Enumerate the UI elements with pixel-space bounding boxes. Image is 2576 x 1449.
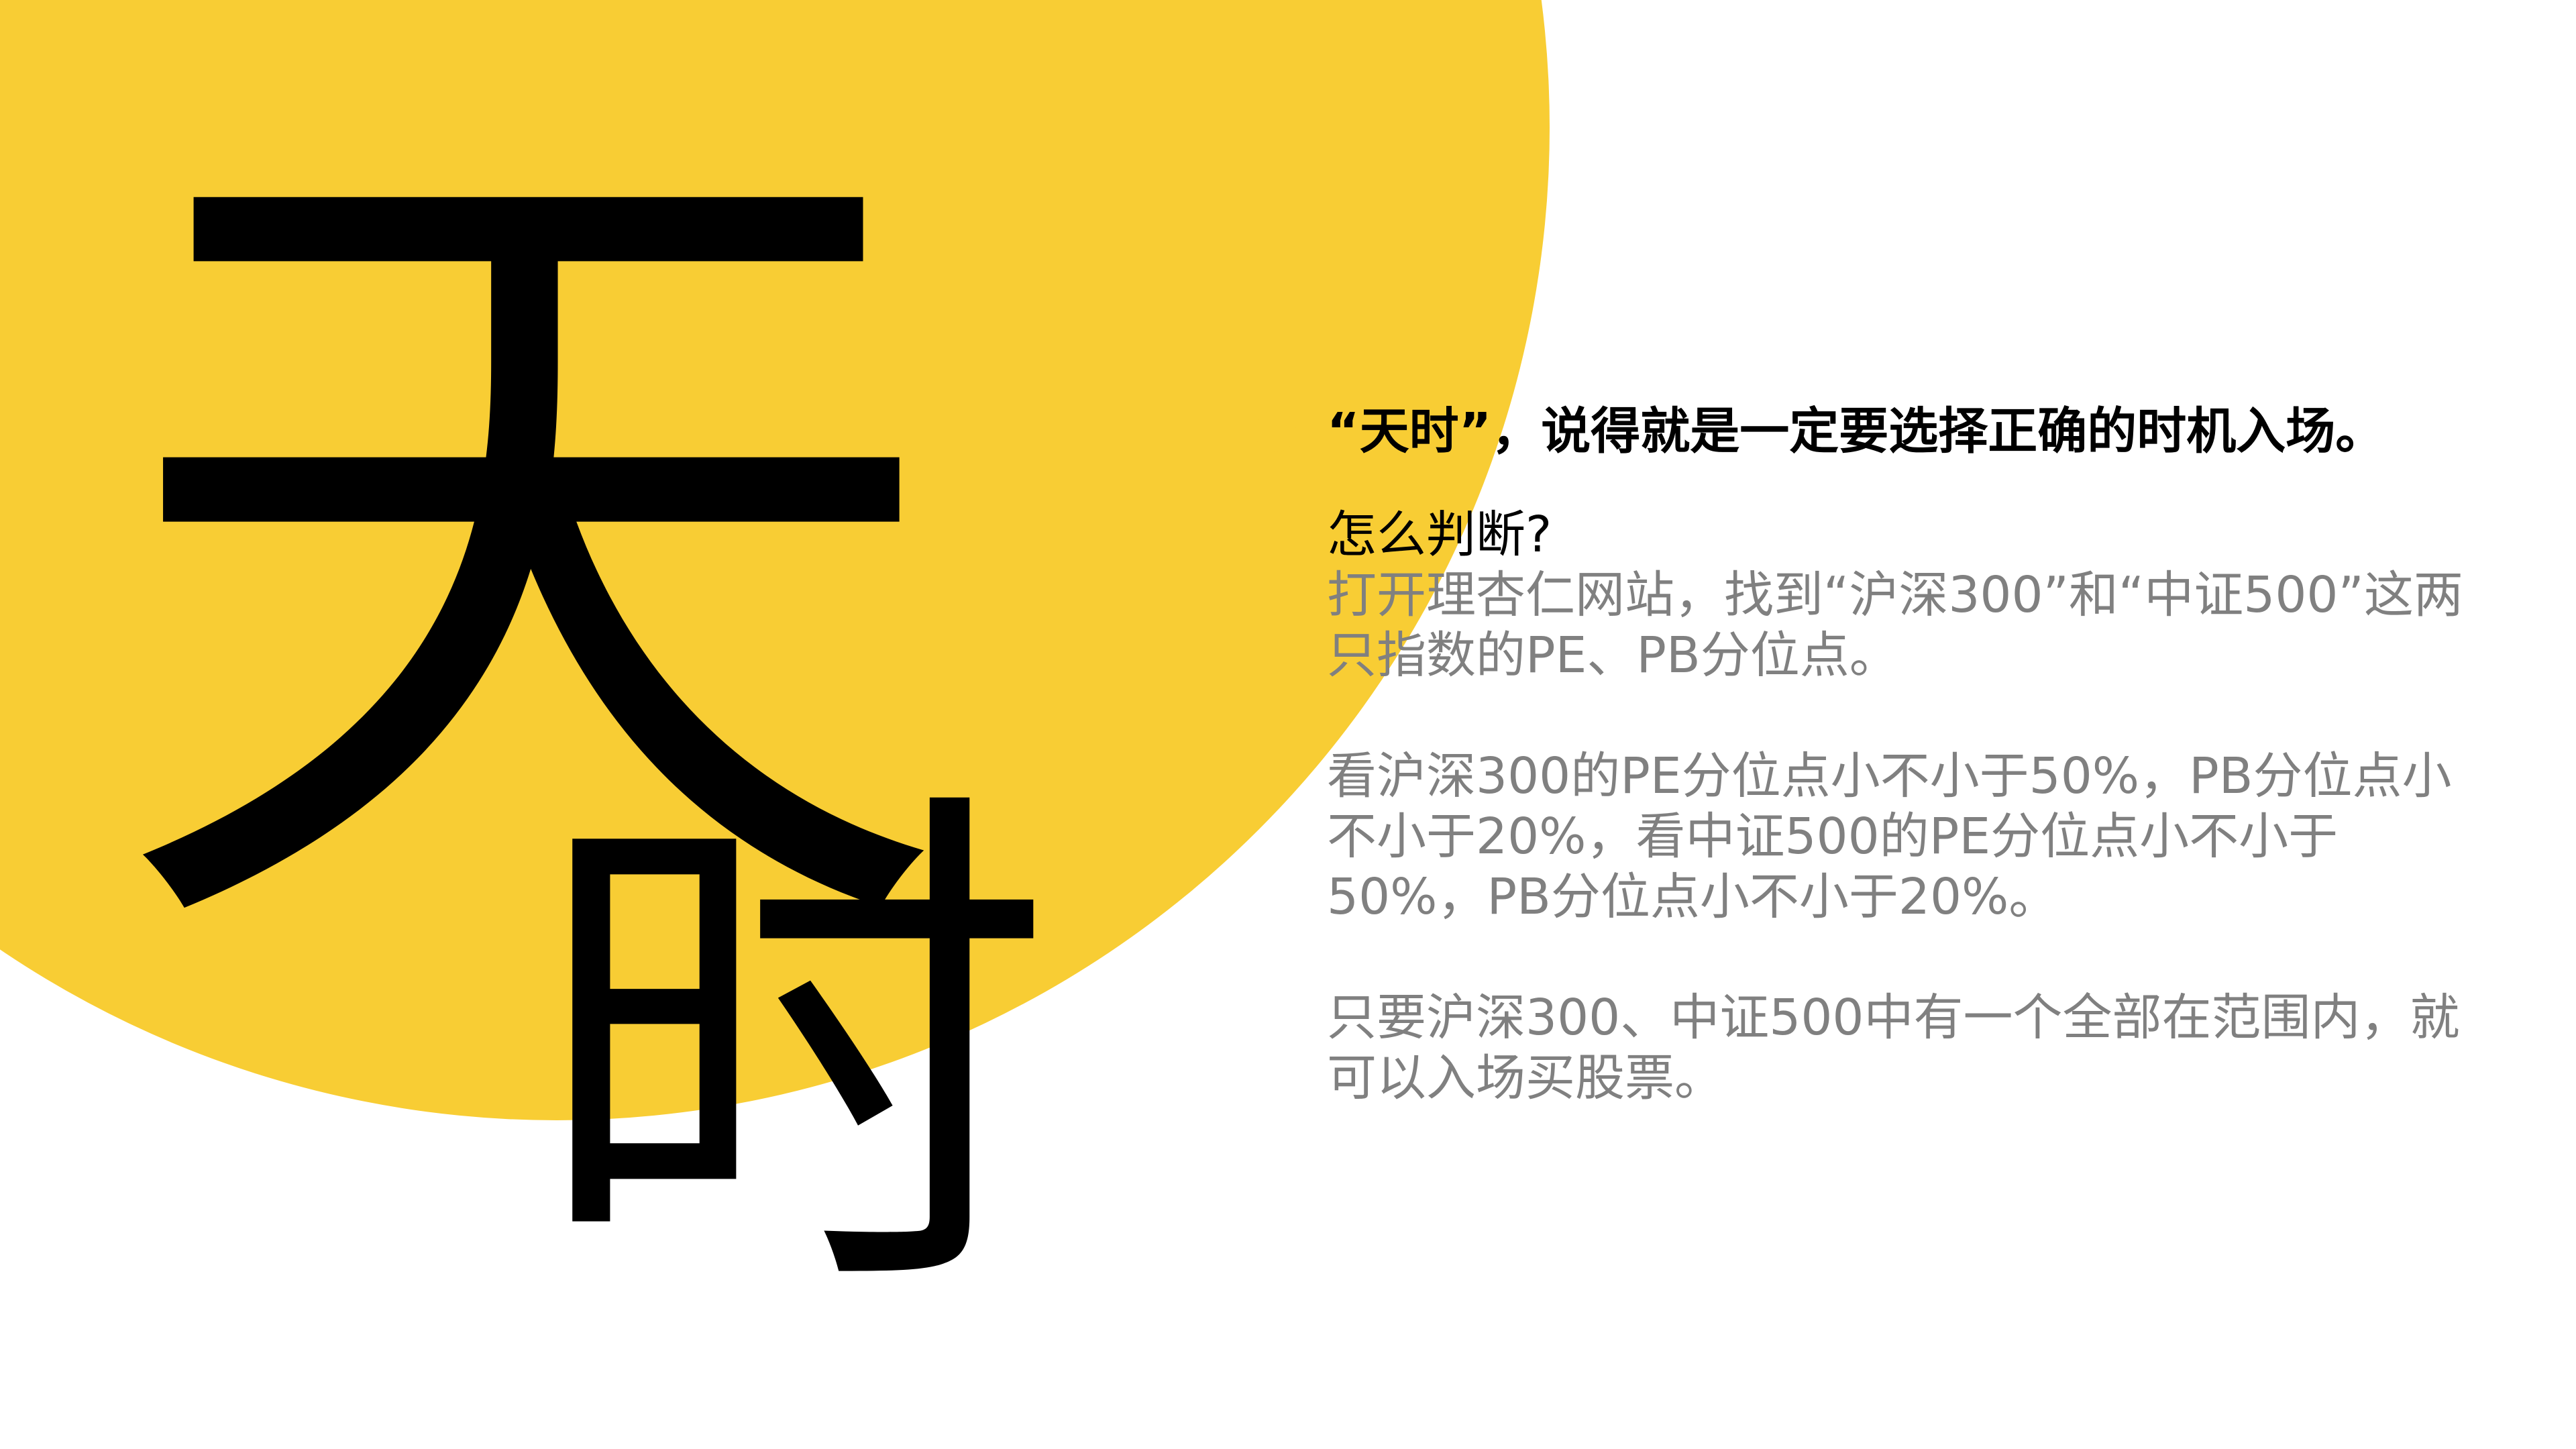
- paragraph-instructions: 打开理杏仁网站，找到“沪深300”和“中证500”这两只指数的PE、PB分位点。: [1327, 566, 2463, 684]
- slide: 天 时 “天时”，说得就是一定要选择正确的时机入场。 怎么判断? 打开理杏仁网站…: [0, 0, 2576, 1449]
- body-text: 怎么判断? 打开理杏仁网站，找到“沪深300”和“中证500”这两只指数的PE、…: [1327, 504, 2494, 1108]
- paragraph-criteria: 看沪深300的PE分位点小不小于50%，PB分位点小不小于20%，看中证500的…: [1327, 747, 2452, 926]
- content-block: “天时”，说得就是一定要选择正确的时机入场。 怎么判断? 打开理杏仁网站，找到“…: [1254, 396, 2496, 1108]
- headline-row: “天时”，说得就是一定要选择正确的时机入场。: [1254, 396, 2496, 470]
- paragraph-conclusion: 只要沪深300、中证500中有一个全部在范围内，就可以入场买股票。: [1327, 989, 2460, 1107]
- question-label: 怎么判断?: [1327, 506, 1552, 564]
- title-character-shi: 时: [530, 749, 1053, 1358]
- bullet-dot-icon: [1254, 411, 1296, 452]
- headline: “天时”，说得就是一定要选择正确的时机入场。: [1327, 402, 2385, 460]
